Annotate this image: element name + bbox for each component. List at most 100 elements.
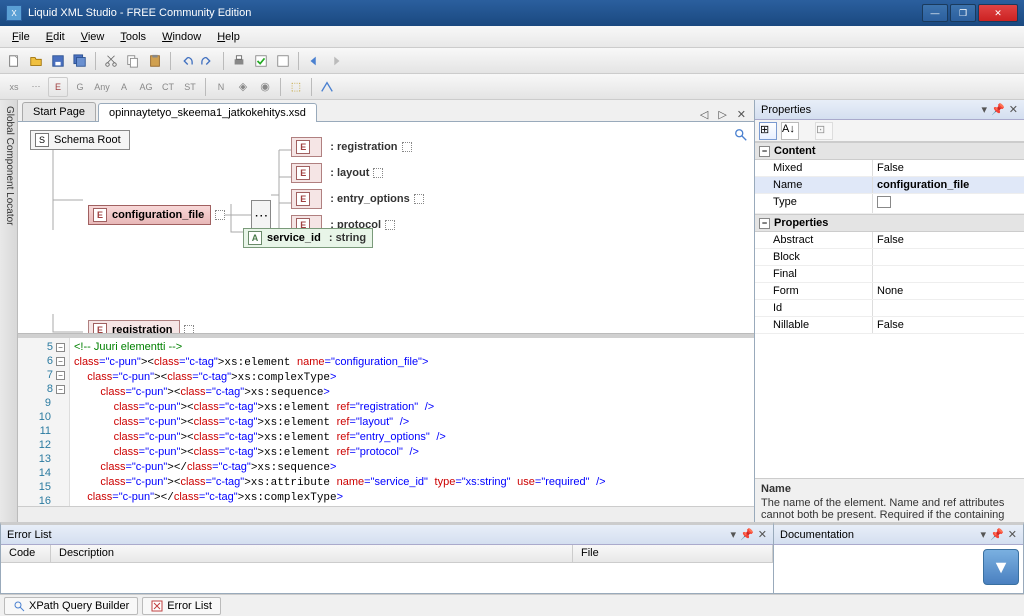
prop-category-properties[interactable]: −Properties	[755, 214, 1024, 232]
col-code[interactable]: Code	[1, 545, 51, 562]
schema-btn-6[interactable]: A	[114, 77, 134, 97]
horizontal-scrollbar[interactable]	[18, 506, 754, 522]
save-button[interactable]	[48, 51, 68, 71]
global-component-locator-rail[interactable]: Global Component Locator	[0, 100, 18, 522]
expand-dot[interactable]	[184, 325, 194, 333]
cut-button[interactable]	[101, 51, 121, 71]
open-button[interactable]	[26, 51, 46, 71]
schema-btn-3[interactable]: E	[48, 77, 68, 97]
panel-dropdown-icon[interactable]: ▾	[981, 528, 987, 541]
expand-dot[interactable]	[402, 142, 412, 152]
prop-row-final[interactable]: Final	[755, 266, 1024, 283]
schema-btn-10[interactable]: N	[211, 77, 231, 97]
panel-close-icon[interactable]: ✕	[1009, 103, 1018, 116]
connector-icon	[229, 204, 243, 234]
schema-btn-13[interactable]: ⬚	[286, 77, 306, 97]
prop-row-name[interactable]: Nameconfiguration_file	[755, 177, 1024, 194]
prop-row-abstract[interactable]: AbstractFalse	[755, 232, 1024, 249]
expand-dot[interactable]	[385, 220, 395, 230]
transform-button[interactable]	[273, 51, 293, 71]
validate-button[interactable]	[251, 51, 271, 71]
prop-category-content[interactable]: −Content	[755, 142, 1024, 160]
menu-bar: File Edit View Tools Window Help	[0, 26, 1024, 48]
new-button[interactable]	[4, 51, 24, 71]
element-registration[interactable]: Eregistration	[88, 320, 180, 333]
schema-btn-7[interactable]: AG	[136, 77, 156, 97]
prop-row-type[interactable]: Type	[755, 194, 1024, 214]
prop-row-id[interactable]: Id	[755, 300, 1024, 317]
tab-error-list[interactable]: Error List	[142, 597, 221, 615]
schema-btn-12[interactable]: ◉	[255, 77, 275, 97]
tab-active-file[interactable]: opinnaytetyo_skeema1_jatkokehitys.xsd	[98, 103, 317, 122]
minimize-button[interactable]: —	[922, 4, 948, 22]
tab-next-icon[interactable]: ▷	[714, 108, 730, 121]
panel-close-icon[interactable]: ✕	[758, 528, 767, 541]
schema-btn-4[interactable]: G	[70, 77, 90, 97]
back-button[interactable]	[304, 51, 324, 71]
menu-help[interactable]: Help	[209, 28, 248, 46]
expand-dot[interactable]	[373, 168, 383, 178]
col-file[interactable]: File	[573, 545, 773, 562]
col-description[interactable]: Description	[51, 545, 573, 562]
tab-start-page[interactable]: Start Page	[22, 102, 96, 121]
categorize-button[interactable]: ⊞	[759, 122, 777, 140]
panel-pin-icon[interactable]: 📌	[991, 103, 1005, 116]
paste-button[interactable]	[145, 51, 165, 71]
panel-dropdown-icon[interactable]: ▾	[982, 103, 988, 116]
property-grid[interactable]: −ContentMixedFalseNameconfiguration_file…	[755, 142, 1024, 478]
tab-close-icon[interactable]: ✕	[733, 108, 750, 121]
documentation-nav-icon[interactable]: ▼	[983, 549, 1019, 585]
properties-toolbar: ⊞ A↓ ⊡	[755, 120, 1024, 142]
prop-row-form[interactable]: FormNone	[755, 283, 1024, 300]
ref-entry_options[interactable]: E	[291, 189, 322, 209]
menu-window[interactable]: Window	[154, 28, 209, 46]
schema-canvas[interactable]: S Schema Root E configuration_file	[18, 122, 754, 334]
toolbar-schema: xs ⋯ E G Any A AG CT ST N ◈ ◉ ⬚	[0, 74, 1024, 100]
redo-button[interactable]	[198, 51, 218, 71]
panel-pin-icon[interactable]: 📌	[990, 528, 1004, 541]
code-editor[interactable]: 5−6−7−8−910111213141516 <!-- Juuri eleme…	[18, 334, 754, 506]
title-bar: X Liquid XML Studio - FREE Community Edi…	[0, 0, 1024, 26]
panel-pin-icon[interactable]: 📌	[740, 528, 754, 541]
schema-btn-14[interactable]	[317, 77, 337, 97]
prop-row-nillable[interactable]: NillableFalse	[755, 317, 1024, 334]
tab-prev-icon[interactable]: ◁	[696, 108, 712, 121]
prop-row-block[interactable]: Block	[755, 249, 1024, 266]
error-list-body[interactable]	[1, 563, 773, 593]
properties-panel: Properties ▾ 📌 ✕ ⊞ A↓ ⊡ −ContentMixedFal…	[754, 100, 1024, 522]
tab-xpath-query-builder[interactable]: XPath Query Builder	[4, 597, 138, 615]
schema-btn-8[interactable]: CT	[158, 77, 178, 97]
print-button[interactable]	[229, 51, 249, 71]
line-gutter: 5−6−7−8−910111213141516	[18, 338, 70, 506]
schema-btn-5[interactable]: Any	[92, 77, 112, 97]
save-all-button[interactable]	[70, 51, 90, 71]
schema-btn-11[interactable]: ◈	[233, 77, 253, 97]
menu-file[interactable]: File	[4, 28, 38, 46]
panel-dropdown-icon[interactable]: ▾	[731, 528, 737, 541]
panel-close-icon[interactable]: ✕	[1008, 528, 1017, 541]
attribute-service-id[interactable]: A service_id : string	[243, 228, 373, 248]
schema-btn-2[interactable]: ⋯	[26, 77, 46, 97]
ref-layout[interactable]: E	[291, 163, 322, 183]
error-list-panel: Error List ▾ 📌 ✕ Code Description File	[0, 522, 774, 594]
expand-dot[interactable]	[215, 210, 225, 220]
copy-button[interactable]	[123, 51, 143, 71]
maximize-button[interactable]: ❐	[950, 4, 976, 22]
undo-button[interactable]	[176, 51, 196, 71]
prop-row-mixed[interactable]: MixedFalse	[755, 160, 1024, 177]
sequence-compositor[interactable]	[251, 200, 271, 230]
code-body[interactable]: <!-- Juuri elementti --> class="c-pun"><…	[70, 338, 754, 506]
menu-view[interactable]: View	[73, 28, 113, 46]
ref-registration[interactable]: E	[291, 137, 322, 157]
schema-root-node[interactable]: S Schema Root	[30, 130, 130, 150]
element-configuration-file[interactable]: E configuration_file	[88, 205, 211, 225]
close-button[interactable]: ✕	[978, 4, 1018, 22]
prop-btn-3[interactable]: ⊡	[815, 122, 833, 140]
schema-btn-9[interactable]: ST	[180, 77, 200, 97]
forward-button[interactable]	[326, 51, 346, 71]
sort-button[interactable]: A↓	[781, 122, 799, 140]
menu-edit[interactable]: Edit	[38, 28, 73, 46]
expand-dot[interactable]	[414, 194, 424, 204]
schema-btn-1[interactable]: xs	[4, 77, 24, 97]
menu-tools[interactable]: Tools	[112, 28, 154, 46]
